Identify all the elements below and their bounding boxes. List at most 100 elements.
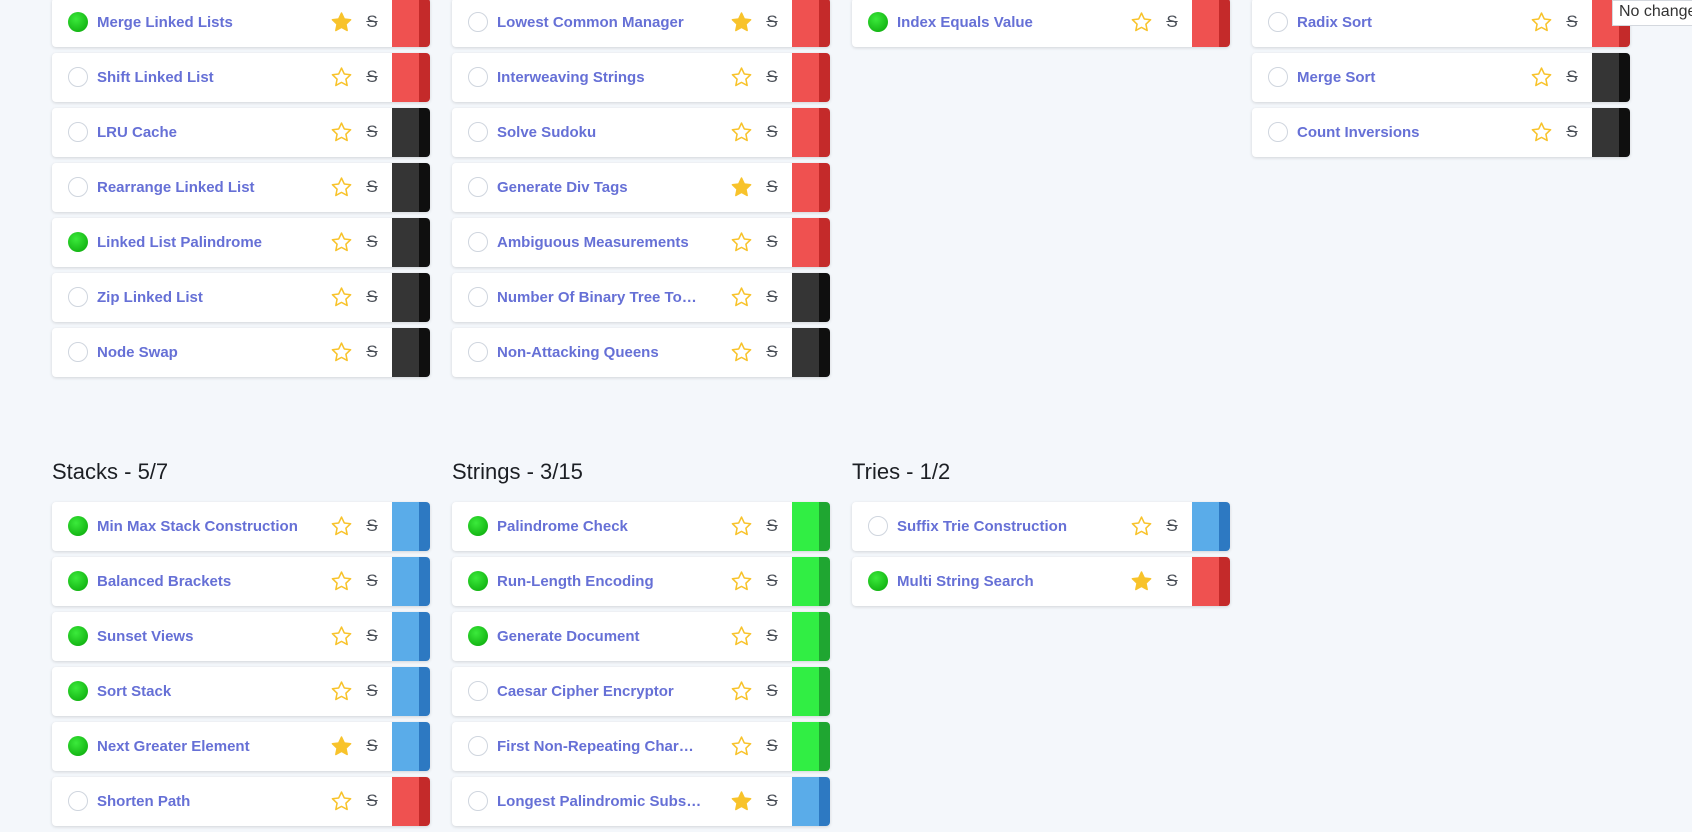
star-outline-icon[interactable] xyxy=(330,66,353,89)
question-title-link[interactable]: First Non-Repeating Character xyxy=(497,722,702,771)
completed-check-icon[interactable] xyxy=(68,626,88,646)
strikethrough-icon[interactable]: S xyxy=(1163,514,1181,538)
strikethrough-icon[interactable]: S xyxy=(363,175,381,199)
question-title-link[interactable]: Longest Palindromic Substring xyxy=(497,777,702,826)
strikethrough-icon[interactable]: S xyxy=(763,624,781,648)
question-title-link[interactable]: Caesar Cipher Encryptor xyxy=(497,667,702,716)
star-outline-icon[interactable] xyxy=(330,341,353,364)
question-title-link[interactable]: Rearrange Linked List xyxy=(97,163,302,212)
star-outline-icon[interactable] xyxy=(730,515,753,538)
star-outline-icon[interactable] xyxy=(730,680,753,703)
incomplete-check-icon[interactable] xyxy=(468,342,488,362)
strikethrough-icon[interactable]: S xyxy=(763,679,781,703)
strikethrough-icon[interactable]: S xyxy=(1563,120,1581,144)
completed-check-icon[interactable] xyxy=(68,12,88,32)
question-title-link[interactable]: Interweaving Strings xyxy=(497,53,702,102)
star-outline-icon[interactable] xyxy=(730,735,753,758)
question-title-link[interactable]: Generate Div Tags xyxy=(497,163,702,212)
star-outline-icon[interactable] xyxy=(330,286,353,309)
incomplete-check-icon[interactable] xyxy=(468,177,488,197)
completed-check-icon[interactable] xyxy=(68,232,88,252)
star-outline-icon[interactable] xyxy=(330,625,353,648)
incomplete-check-icon[interactable] xyxy=(68,791,88,811)
star-filled-icon[interactable] xyxy=(730,790,753,813)
strikethrough-icon[interactable]: S xyxy=(763,789,781,813)
strikethrough-icon[interactable]: S xyxy=(1563,10,1581,34)
completed-check-icon[interactable] xyxy=(468,626,488,646)
incomplete-check-icon[interactable] xyxy=(468,791,488,811)
incomplete-check-icon[interactable] xyxy=(1268,67,1288,87)
incomplete-check-icon[interactable] xyxy=(1268,122,1288,142)
strikethrough-icon[interactable]: S xyxy=(763,734,781,758)
star-outline-icon[interactable] xyxy=(730,625,753,648)
question-title-link[interactable]: Shift Linked List xyxy=(97,53,302,102)
incomplete-check-icon[interactable] xyxy=(68,342,88,362)
strikethrough-icon[interactable]: S xyxy=(763,230,781,254)
incomplete-check-icon[interactable] xyxy=(68,177,88,197)
completed-check-icon[interactable] xyxy=(868,571,888,591)
incomplete-check-icon[interactable] xyxy=(468,232,488,252)
incomplete-check-icon[interactable] xyxy=(468,681,488,701)
star-filled-icon[interactable] xyxy=(330,735,353,758)
question-title-link[interactable]: Node Swap xyxy=(97,328,302,377)
question-title-link[interactable]: Merge Sort xyxy=(1297,53,1502,102)
question-title-link[interactable]: Sort Stack xyxy=(97,667,302,716)
star-outline-icon[interactable] xyxy=(330,570,353,593)
star-outline-icon[interactable] xyxy=(330,231,353,254)
strikethrough-icon[interactable]: S xyxy=(763,10,781,34)
strikethrough-icon[interactable]: S xyxy=(763,120,781,144)
strikethrough-icon[interactable]: S xyxy=(363,789,381,813)
star-filled-icon[interactable] xyxy=(730,176,753,199)
star-outline-icon[interactable] xyxy=(1130,11,1153,34)
strikethrough-icon[interactable]: S xyxy=(363,514,381,538)
strikethrough-icon[interactable]: S xyxy=(1163,569,1181,593)
strikethrough-icon[interactable]: S xyxy=(363,569,381,593)
strikethrough-icon[interactable]: S xyxy=(763,514,781,538)
incomplete-check-icon[interactable] xyxy=(468,12,488,32)
star-outline-icon[interactable] xyxy=(330,515,353,538)
question-title-link[interactable]: Suffix Trie Construction xyxy=(897,502,1102,551)
star-outline-icon[interactable] xyxy=(1130,515,1153,538)
completed-check-icon[interactable] xyxy=(68,736,88,756)
strikethrough-icon[interactable]: S xyxy=(1163,10,1181,34)
star-outline-icon[interactable] xyxy=(330,176,353,199)
question-title-link[interactable]: Ambiguous Measurements xyxy=(497,218,702,267)
star-filled-icon[interactable] xyxy=(1130,570,1153,593)
incomplete-check-icon[interactable] xyxy=(1268,12,1288,32)
strikethrough-icon[interactable]: S xyxy=(763,65,781,89)
question-title-link[interactable]: Zip Linked List xyxy=(97,273,302,322)
question-title-link[interactable]: LRU Cache xyxy=(97,108,302,157)
incomplete-check-icon[interactable] xyxy=(468,287,488,307)
incomplete-check-icon[interactable] xyxy=(868,516,888,536)
question-title-link[interactable]: Count Inversions xyxy=(1297,108,1502,157)
question-title-link[interactable]: Radix Sort xyxy=(1297,0,1502,47)
completed-check-icon[interactable] xyxy=(68,571,88,591)
strikethrough-icon[interactable]: S xyxy=(363,624,381,648)
star-outline-icon[interactable] xyxy=(1530,66,1553,89)
question-title-link[interactable]: Solve Sudoku xyxy=(497,108,702,157)
completed-check-icon[interactable] xyxy=(868,12,888,32)
star-outline-icon[interactable] xyxy=(730,286,753,309)
strikethrough-icon[interactable]: S xyxy=(363,65,381,89)
question-title-link[interactable]: Next Greater Element xyxy=(97,722,302,771)
strikethrough-icon[interactable]: S xyxy=(363,734,381,758)
strikethrough-icon[interactable]: S xyxy=(363,285,381,309)
strikethrough-icon[interactable]: S xyxy=(363,230,381,254)
incomplete-check-icon[interactable] xyxy=(468,67,488,87)
question-title-link[interactable]: Number Of Binary Tree Topologies xyxy=(497,273,702,322)
incomplete-check-icon[interactable] xyxy=(68,287,88,307)
question-title-link[interactable]: Linked List Palindrome xyxy=(97,218,302,267)
completed-check-icon[interactable] xyxy=(68,681,88,701)
question-title-link[interactable]: Generate Document xyxy=(497,612,702,661)
star-outline-icon[interactable] xyxy=(330,121,353,144)
question-title-link[interactable]: Shorten Path xyxy=(97,777,302,826)
star-outline-icon[interactable] xyxy=(730,66,753,89)
completed-check-icon[interactable] xyxy=(68,516,88,536)
strikethrough-icon[interactable]: S xyxy=(1563,65,1581,89)
question-title-link[interactable]: Merge Linked Lists xyxy=(97,0,302,47)
star-outline-icon[interactable] xyxy=(730,341,753,364)
incomplete-check-icon[interactable] xyxy=(468,122,488,142)
star-outline-icon[interactable] xyxy=(330,680,353,703)
question-title-link[interactable]: Lowest Common Manager xyxy=(497,0,702,47)
question-title-link[interactable]: Sunset Views xyxy=(97,612,302,661)
